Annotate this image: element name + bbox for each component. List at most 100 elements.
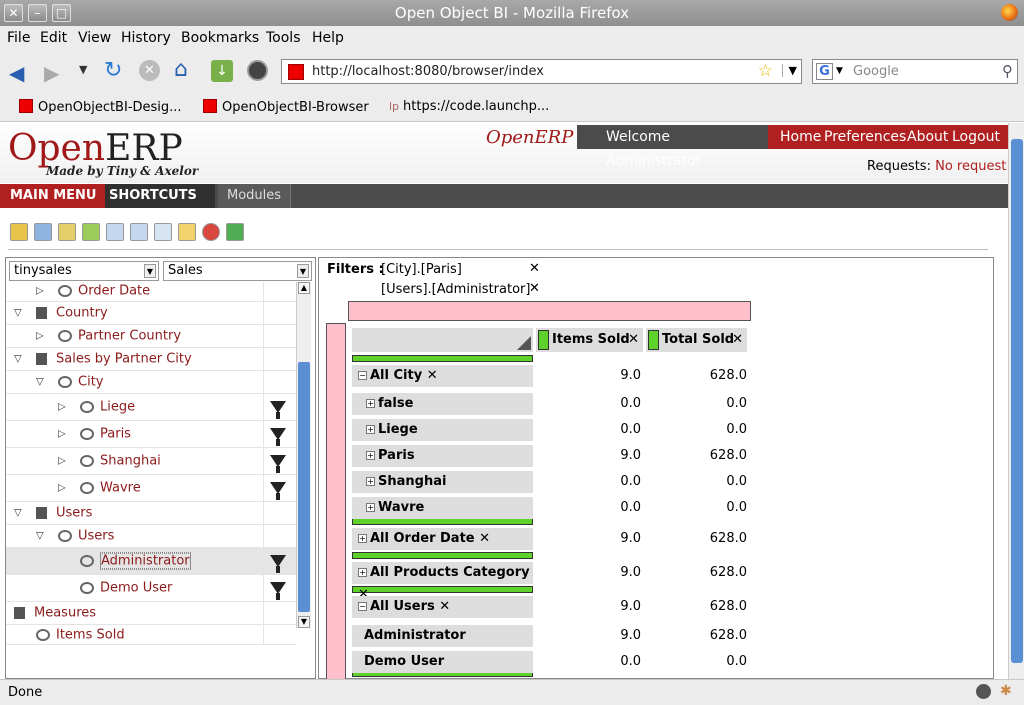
tree-node-wavre[interactable]: ▷ Wavre <box>6 475 296 502</box>
search-box[interactable]: G ▼ Google ⚲ <box>812 59 1018 84</box>
addon-status-icon[interactable] <box>976 684 991 699</box>
tree-node-label[interactable]: Items Sold <box>56 627 125 642</box>
url-text[interactable]: http://localhost:8080/browser/index <box>312 64 544 79</box>
expand-toggle-icon[interactable]: ▷ <box>36 285 44 296</box>
filter-funnel-icon[interactable] <box>270 482 286 500</box>
shortcuts-tab[interactable]: SHORTCUTS <box>105 184 215 208</box>
remove-measure-icon[interactable]: ✕ <box>732 328 743 352</box>
search-icon[interactable]: ⚲ <box>1002 62 1013 80</box>
column-drop-zone[interactable] <box>348 301 751 321</box>
reload-icon[interactable]: ↻ <box>104 58 122 83</box>
tree-node-liege[interactable]: ▷ Liege <box>6 394 296 421</box>
pivot-row-header[interactable]: + Shanghai <box>352 471 533 493</box>
pivot-row-header[interactable]: − All City ✕ <box>352 365 533 387</box>
pivot-row-header[interactable]: + Wavre <box>352 497 533 519</box>
menu-tools[interactable]: Tools <box>266 30 301 46</box>
openerp-logo[interactable]: OpenERP <box>8 128 183 169</box>
preferences-link[interactable]: Preferences <box>824 125 906 149</box>
search-placeholder[interactable]: Google <box>853 64 899 79</box>
menu-history[interactable]: History <box>121 30 171 46</box>
filter-funnel-icon[interactable] <box>270 428 286 446</box>
filter-funnel-icon[interactable] <box>270 401 286 419</box>
expand-toggle-icon[interactable]: ▷ <box>58 456 66 467</box>
tree-node-label[interactable]: Paris <box>100 427 131 442</box>
tree-node-label[interactable]: Measures <box>34 606 96 621</box>
google-engine-icon[interactable]: G <box>816 63 833 80</box>
expand-icon[interactable]: + <box>366 425 375 434</box>
redo-icon[interactable] <box>82 223 100 241</box>
expand-icon[interactable]: + <box>366 477 375 486</box>
remove-dimension-icon[interactable]: ✕ <box>435 599 450 614</box>
tree-node-country[interactable]: ▽ Country <box>6 302 296 325</box>
minimize-window-icon[interactable]: – <box>28 4 47 22</box>
requests-link[interactable]: No request <box>935 159 1006 174</box>
tree-node-label[interactable]: Users <box>56 506 92 521</box>
engine-dropdown-icon[interactable]: ▼ <box>836 66 843 76</box>
modules-tab[interactable]: Modules <box>218 184 291 208</box>
tree-node-users[interactable]: ▽ Users <box>6 502 296 525</box>
filter-funnel-icon[interactable] <box>270 555 286 573</box>
measure-total-sold[interactable]: Total Sold ✕ <box>646 328 747 352</box>
expand-icon[interactable]: + <box>358 568 367 577</box>
tree-node-label[interactable]: Administrator <box>100 552 191 570</box>
bookmark-designer[interactable]: OpenObjectBI-Desig... <box>19 99 182 115</box>
tree-node-label[interactable]: Users <box>78 529 114 544</box>
url-bar[interactable]: http://localhost:8080/browser/index ☆ ▼ <box>281 59 802 84</box>
pie-chart-icon[interactable] <box>202 223 220 241</box>
filter-funnel-icon[interactable] <box>270 455 286 473</box>
drill-up-icon[interactable] <box>106 223 124 241</box>
forward-icon[interactable]: ▶ <box>44 61 59 85</box>
expand-icon[interactable]: + <box>366 451 375 460</box>
home-icon[interactable]: ⌂ <box>174 57 188 82</box>
remove-measure-icon[interactable]: ✕ <box>628 328 639 352</box>
bar-chart-icon[interactable] <box>178 223 196 241</box>
remove-dimension-icon[interactable]: ✕ <box>475 531 490 546</box>
tree-node-sales-by-partner-city[interactable]: ▽ Sales by Partner City <box>6 348 296 371</box>
close-window-icon[interactable]: ✕ <box>4 4 23 22</box>
tree-node-label[interactable]: Demo User <box>100 581 172 596</box>
remove-filter-users-icon[interactable]: ✕ <box>529 281 540 296</box>
remove-filter-city-icon[interactable]: ✕ <box>529 261 540 276</box>
about-link[interactable]: About <box>907 125 948 149</box>
pivot-row-header[interactable]: − All Users ✕ <box>352 596 533 618</box>
pivot-row-header[interactable]: + Paris <box>352 445 533 467</box>
drill-down-icon[interactable] <box>130 223 148 241</box>
pivot-row-header[interactable]: + false <box>352 393 533 415</box>
tree-node-label[interactable]: Wavre <box>100 481 141 496</box>
scroll-down-icon[interactable]: ▼ <box>298 616 310 628</box>
tree-node-paris[interactable]: ▷ Paris <box>6 421 296 448</box>
collapse-toggle-icon[interactable]: ▽ <box>14 354 22 365</box>
addon-icon[interactable] <box>247 60 268 81</box>
undo-icon[interactable] <box>58 223 76 241</box>
tree-node-label[interactable]: Sales by Partner City <box>56 352 192 367</box>
expand-icon[interactable]: + <box>358 534 367 543</box>
history-dropdown-icon[interactable]: ▼ <box>79 63 87 76</box>
clear-icon[interactable] <box>10 223 28 241</box>
tree-node-label[interactable]: City <box>78 375 103 390</box>
page-scrollbar[interactable] <box>1008 123 1024 679</box>
tree-node-label[interactable]: Liege <box>100 400 135 415</box>
tree-node-administrator[interactable]: Administrator <box>6 548 296 575</box>
home-link[interactable]: Home <box>780 125 821 149</box>
bookmark-star-icon[interactable]: ☆ <box>758 61 773 81</box>
tree-node-demo-user[interactable]: Demo User <box>6 575 296 602</box>
page-scroll-thumb[interactable] <box>1011 139 1023 663</box>
cube-select[interactable]: Sales ▼ <box>163 261 312 281</box>
expand-toggle-icon[interactable]: ▷ <box>36 331 44 342</box>
scroll-up-icon[interactable]: ▲ <box>298 282 310 294</box>
collapse-toggle-icon[interactable]: ▽ <box>36 531 44 542</box>
tree-node-users[interactable]: ▽ Users <box>6 525 296 548</box>
save-icon[interactable] <box>34 223 52 241</box>
download-icon[interactable]: ↓ <box>211 60 233 82</box>
collapse-toggle-icon[interactable]: ▽ <box>14 508 22 519</box>
bookmark-browser[interactable]: OpenObjectBI-Browser <box>203 99 369 115</box>
row-drop-zone[interactable] <box>326 323 346 679</box>
menu-bookmarks[interactable]: Bookmarks <box>181 30 259 46</box>
tree-node-label[interactable]: Country <box>56 306 108 321</box>
scroll-thumb[interactable] <box>298 362 310 612</box>
tree-node-order-date[interactable]: ▷ Order Date <box>6 282 296 302</box>
pivot-row-header[interactable]: Demo User <box>352 651 533 673</box>
expand-toggle-icon[interactable]: ▷ <box>58 483 66 494</box>
maximize-window-icon[interactable]: □ <box>52 4 71 22</box>
table-view-icon[interactable] <box>154 223 172 241</box>
